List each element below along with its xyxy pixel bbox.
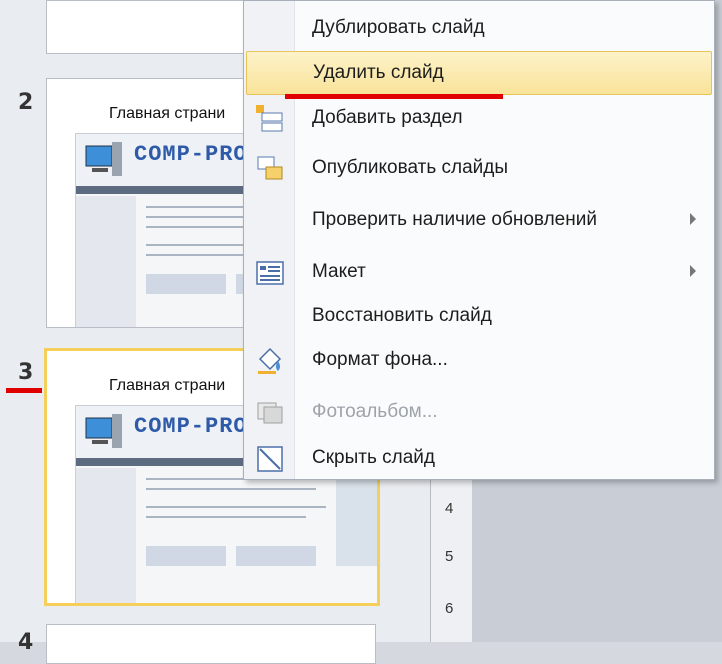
slide-title-2: Главная страни: [109, 105, 226, 122]
menu-item-reset-slide[interactable]: Восстановить слайд: [246, 295, 712, 339]
publish-slides-icon: [257, 156, 283, 180]
slide-number-4: 4: [18, 630, 34, 655]
computer-icon: [85, 142, 122, 176]
menu-item-photo-album[interactable]: Фотоальбом...: [246, 391, 712, 435]
menu-item-hide-slide[interactable]: Скрыть слайд: [246, 437, 712, 481]
menu-item-delete-slide[interactable]: Удалить слайд: [246, 51, 712, 95]
layout-icon: [256, 261, 284, 285]
menu-item-add-section[interactable]: Добавить раздел: [246, 97, 712, 141]
menu-item-label: Формат фона...: [312, 349, 448, 370]
menu-item-label: Восстановить слайд: [312, 305, 492, 326]
add-section-icon: [256, 105, 283, 132]
computer-icon: [85, 414, 122, 448]
menu-item-layout[interactable]: Макет: [246, 251, 712, 295]
slide-thumbnail-4[interactable]: [46, 624, 376, 664]
ruler-number-5: 5: [445, 548, 454, 565]
submenu-arrow-icon: [690, 265, 696, 277]
menu-item-duplicate-slide[interactable]: Дублировать слайд: [246, 7, 712, 51]
delete-slide-red-underline: [285, 94, 503, 99]
menu-item-format-background[interactable]: Формат фона...: [246, 339, 712, 383]
menu-item-label: Проверить наличие обновлений: [312, 209, 597, 230]
slide-3-red-marker: [6, 388, 42, 393]
menu-item-check-updates[interactable]: Проверить наличие обновлений: [246, 199, 712, 243]
menu-item-label: Макет: [312, 261, 366, 282]
menu-item-publish-slides[interactable]: Опубликовать слайды: [246, 147, 712, 191]
slide-number-2: 2: [18, 90, 34, 115]
menu-item-label: Опубликовать слайды: [312, 157, 509, 178]
menu-item-label: Добавить раздел: [312, 107, 463, 128]
menu-item-label: Дублировать слайд: [312, 17, 485, 38]
slide-number-3: 3: [18, 360, 34, 385]
slide-title-3: Главная страни: [109, 377, 226, 394]
photo-album-icon: [257, 402, 283, 424]
hide-slide-icon: [257, 446, 283, 472]
menu-item-label: Фотоальбом...: [312, 401, 438, 422]
context-menu: Дублировать слайд Удалить слайд Добавить…: [243, 0, 715, 480]
ruler-number-6: 6: [445, 600, 454, 617]
menu-item-label: Скрыть слайд: [312, 447, 435, 468]
ruler-number-4: 4: [445, 500, 454, 517]
submenu-arrow-icon: [690, 213, 696, 225]
menu-item-label: Удалить слайд: [313, 62, 444, 83]
format-background-icon: [258, 347, 282, 374]
